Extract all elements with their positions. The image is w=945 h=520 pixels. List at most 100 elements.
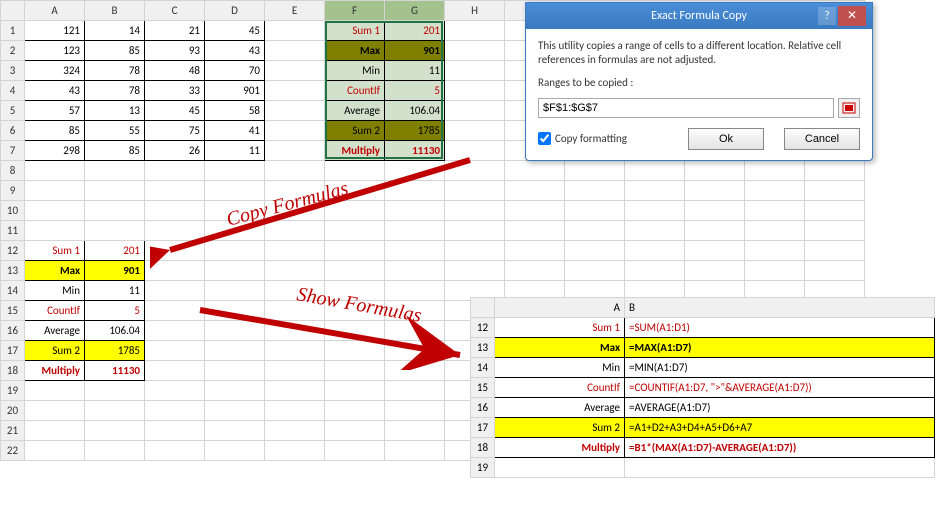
cell-F6[interactable]: Sum 2 [325, 121, 385, 141]
col-header-C[interactable]: C [145, 1, 205, 21]
cell-C2[interactable]: 93 [145, 41, 205, 61]
cell-E4[interactable] [265, 81, 325, 101]
col-header-F[interactable]: F [325, 1, 385, 21]
row-header-12[interactable]: 12 [1, 241, 25, 261]
cell-D1[interactable]: 45 [205, 21, 265, 41]
cell-H6[interactable] [445, 121, 505, 141]
cell-C22[interactable] [145, 441, 205, 461]
row-header-11[interactable]: 11 [1, 221, 25, 241]
row-header-4[interactable]: 4 [1, 81, 25, 101]
cell-J8[interactable] [565, 161, 625, 181]
fv-cell-A14[interactable]: Min [495, 358, 625, 378]
cell-D22[interactable] [205, 441, 265, 461]
fv-cell-B14[interactable]: =MIN(A1:D7) [625, 358, 935, 378]
cell-C20[interactable] [145, 401, 205, 421]
dialog-titlebar[interactable]: Exact Formula Copy ? ✕ [526, 3, 872, 29]
fv-cell-B16[interactable]: =AVERAGE(A1:D7) [625, 398, 935, 418]
cell-D6[interactable]: 41 [205, 121, 265, 141]
cell-H3[interactable] [445, 61, 505, 81]
cell-E20[interactable] [265, 401, 325, 421]
cell-B6[interactable]: 55 [85, 121, 145, 141]
cell-B12[interactable]: 201 [85, 241, 145, 261]
cell-H1[interactable] [445, 21, 505, 41]
cell-F22[interactable] [325, 441, 385, 461]
cell-E22[interactable] [265, 441, 325, 461]
cell-E6[interactable] [265, 121, 325, 141]
cell-C1[interactable]: 21 [145, 21, 205, 41]
col-header-A[interactable]: A [25, 1, 85, 21]
cell-F3[interactable]: Min [325, 61, 385, 81]
cell-L12[interactable] [685, 241, 745, 261]
cell-A10[interactable] [25, 201, 85, 221]
cell-I10[interactable] [505, 201, 565, 221]
cell-J13[interactable] [565, 261, 625, 281]
fv-cell-B19[interactable] [625, 458, 935, 478]
cell-C21[interactable] [145, 421, 205, 441]
cell-B1[interactable]: 14 [85, 21, 145, 41]
cell-B15[interactable]: 5 [85, 301, 145, 321]
cell-B19[interactable] [85, 381, 145, 401]
cell-A11[interactable] [25, 221, 85, 241]
fv-row-18[interactable]: 18 [471, 438, 495, 458]
cell-J10[interactable] [565, 201, 625, 221]
cell-A8[interactable] [25, 161, 85, 181]
cell-G1[interactable]: 201 [385, 21, 445, 41]
cell-B22[interactable] [85, 441, 145, 461]
cell-M11[interactable] [745, 221, 805, 241]
cell-D21[interactable] [205, 421, 265, 441]
cell-K8[interactable] [625, 161, 685, 181]
cell-E1[interactable] [265, 21, 325, 41]
cell-L9[interactable] [685, 181, 745, 201]
row-header-2[interactable]: 2 [1, 41, 25, 61]
cell-B9[interactable] [85, 181, 145, 201]
cell-H4[interactable] [445, 81, 505, 101]
row-header-21[interactable]: 21 [1, 421, 25, 441]
cell-B4[interactable]: 78 [85, 81, 145, 101]
fv-row-14[interactable]: 14 [471, 358, 495, 378]
cell-E5[interactable] [265, 101, 325, 121]
cell-F2[interactable]: Max [325, 41, 385, 61]
cell-D4[interactable]: 901 [205, 81, 265, 101]
cell-I13[interactable] [505, 261, 565, 281]
row-header-17[interactable]: 17 [1, 341, 25, 361]
cell-B13[interactable]: 901 [85, 261, 145, 281]
cell-G20[interactable] [385, 401, 445, 421]
cell-F4[interactable]: CountIf [325, 81, 385, 101]
cell-A19[interactable] [25, 381, 85, 401]
fv-cell-A12[interactable]: Sum 1 [495, 318, 625, 338]
copy-formatting-checkbox[interactable] [538, 132, 551, 145]
cell-B20[interactable] [85, 401, 145, 421]
fv-row-19[interactable]: 19 [471, 458, 495, 478]
cell-G4[interactable]: 5 [385, 81, 445, 101]
col-header-D[interactable]: D [205, 1, 265, 21]
fv-col-A[interactable]: A [495, 298, 625, 318]
cell-A22[interactable] [25, 441, 85, 461]
cell-I8[interactable] [505, 161, 565, 181]
row-header-22[interactable]: 22 [1, 441, 25, 461]
fv-cell-A19[interactable] [495, 458, 625, 478]
cell-L8[interactable] [685, 161, 745, 181]
row-header-18[interactable]: 18 [1, 361, 25, 381]
row-header-1[interactable]: 1 [1, 21, 25, 41]
cell-C14[interactable] [145, 281, 205, 301]
ok-button[interactable]: Ok [688, 128, 764, 150]
cell-G5[interactable]: 106.04 [385, 101, 445, 121]
cell-G21[interactable] [385, 421, 445, 441]
cell-K11[interactable] [625, 221, 685, 241]
formula-view-grid[interactable]: AB12Sum 1=SUM(A1:D1)13Max=MAX(A1:D7)14Mi… [470, 297, 935, 478]
cell-K9[interactable] [625, 181, 685, 201]
help-button[interactable]: ? [818, 7, 836, 25]
col-header-B[interactable]: B [85, 1, 145, 21]
cell-A7[interactable]: 298 [25, 141, 85, 161]
fv-cell-A18[interactable]: Multiply [495, 438, 625, 458]
row-header-20[interactable]: 20 [1, 401, 25, 421]
cell-F21[interactable] [325, 421, 385, 441]
cell-A20[interactable] [25, 401, 85, 421]
fv-cell-B17[interactable]: =A1+D2+A3+D4+A5+D6+A7 [625, 418, 935, 438]
cancel-button[interactable]: Cancel [784, 128, 860, 150]
cell-B18[interactable]: 11130 [85, 361, 145, 381]
row-header-13[interactable]: 13 [1, 261, 25, 281]
cell-A12[interactable]: Sum 1 [25, 241, 85, 261]
corner-header[interactable] [1, 1, 25, 21]
fv-cell-A15[interactable]: CountIf [495, 378, 625, 398]
